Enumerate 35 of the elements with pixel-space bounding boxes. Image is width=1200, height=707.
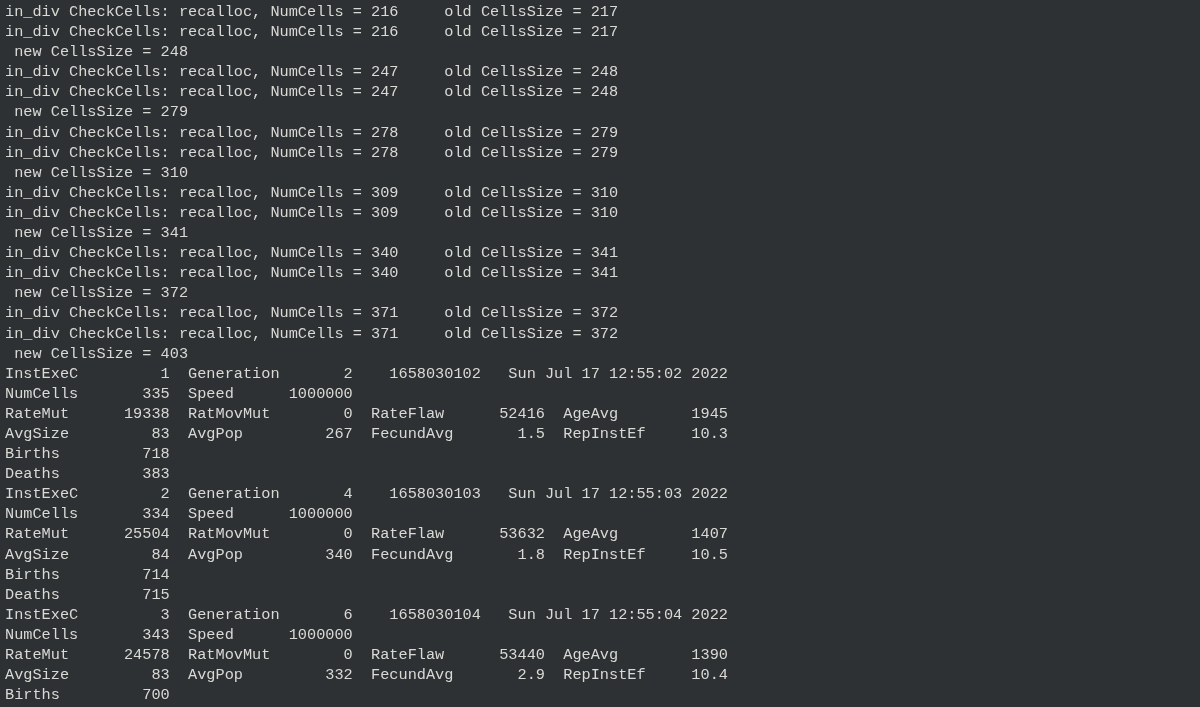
terminal-line: Deaths 715 <box>5 584 170 605</box>
terminal-line: AvgSize 84 AvgPop 340 FecundAvg 1.8 RepInstEf 10.5 <box>5 544 728 565</box>
terminal-line: in_div CheckCells: recalloc, NumCells = 309 old CellsSize = 310 <box>5 202 619 224</box>
terminal-line: new CellsSize = 310 <box>13 162 189 183</box>
terminal-line: InstExeC 1 Generation 2 1658030102 Sun Jul 17 12:55:02 2022 <box>5 363 728 384</box>
terminal-line: Births 714 <box>5 564 170 585</box>
terminal-line: RateMut 24578 RatMovMut 0 RateFlaw 53440 AgeAvg 1390 <box>5 645 728 666</box>
terminal-line: in_div CheckCells: recalloc, NumCells = 247 old CellsSize = 248 <box>5 62 619 83</box>
terminal-line: in_div CheckCells: recalloc, NumCells = 309 old CellsSize = 310 <box>5 182 619 203</box>
terminal-line: in_div CheckCells: recalloc, NumCells = 216 old CellsSize = 217 <box>5 2 619 23</box>
terminal-line: in_div CheckCells: recalloc, NumCells = 278 old CellsSize = 279 <box>5 122 619 143</box>
terminal-line: InstExeC 2 Generation 4 1658030103 Sun Jul 17 12:55:03 2022 <box>5 484 728 505</box>
terminal-line: in_div CheckCells: recalloc, NumCells = 247 old CellsSize = 248 <box>5 82 619 103</box>
terminal-line: RateMut 19338 RatMovMut 0 RateFlaw 52416 AgeAvg 1945 <box>5 403 728 424</box>
terminal-line: AvgSize 83 AvgPop 267 FecundAvg 1.5 RepInstEf 10.3 <box>5 423 728 445</box>
terminal-line: in_div CheckCells: recalloc, NumCells = 371 old CellsSize = 372 <box>5 323 619 344</box>
terminal-line: new CellsSize = 341 <box>13 223 189 244</box>
terminal-line: AvgSize 83 AvgPop 332 FecundAvg 2.9 RepInstEf 10.4 <box>5 665 728 686</box>
terminal-line: RateMut 25504 RatMovMut 0 RateFlaw 53632 AgeAvg 1407 <box>5 524 728 545</box>
terminal-line: in_div CheckCells: recalloc, NumCells = 340 old CellsSize = 341 <box>5 263 619 284</box>
terminal-line: new CellsSize = 279 <box>13 102 189 123</box>
terminal-line: NumCells 334 Speed 1000000 <box>5 504 353 525</box>
terminal-line: in_div CheckCells: recalloc, NumCells = 216 old CellsSize = 217 <box>5 22 619 43</box>
terminal-line: Births 718 <box>5 444 170 465</box>
terminal-line: in_div CheckCells: recalloc, NumCells = 340 old CellsSize = 341 <box>5 243 619 264</box>
terminal-line: new CellsSize = 403 <box>13 343 189 364</box>
terminal-line: Births 700 <box>5 685 170 706</box>
terminal-line: new CellsSize = 248 <box>13 42 189 63</box>
terminal-line: Deaths 383 <box>5 464 170 485</box>
terminal-line: NumCells 335 Speed 1000000 <box>5 383 353 404</box>
terminal-line: NumCells 343 Speed 1000000 <box>5 624 353 645</box>
terminal-line: in_div CheckCells: recalloc, NumCells = 278 old CellsSize = 279 <box>5 142 619 163</box>
terminal-line: in_div CheckCells: recalloc, NumCells = 371 old CellsSize = 372 <box>5 303 619 324</box>
terminal-line: InstExeC 3 Generation 6 1658030104 Sun Jul 17 12:55:04 2022 <box>5 604 728 625</box>
terminal-line: new CellsSize = 372 <box>13 283 189 304</box>
